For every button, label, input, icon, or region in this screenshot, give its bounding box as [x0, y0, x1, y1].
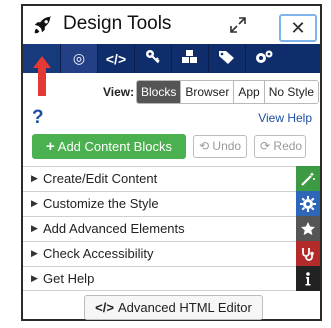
key-icon	[145, 49, 161, 68]
target-icon: ◎	[72, 50, 86, 66]
magic-wand-icon[interactable]	[296, 166, 320, 191]
view-mode-row: View: Blocks Browser App No Style	[23, 80, 320, 104]
view-option-blocks[interactable]: Blocks	[137, 81, 181, 103]
redo-icon: ⟳	[260, 139, 271, 153]
view-option-no-style[interactable]: No Style	[263, 81, 319, 103]
advanced-html-editor-button[interactable]: </> Advanced HTML Editor	[84, 295, 263, 320]
accordion-label: Get Help	[43, 271, 95, 286]
caret-right-icon: ▶	[31, 248, 38, 258]
view-option-app[interactable]: App	[233, 81, 264, 103]
expand-icon[interactable]	[228, 15, 248, 35]
tab-target[interactable]: ◎	[60, 44, 97, 73]
close-button[interactable]: ✕	[279, 14, 317, 42]
tags-icon	[218, 49, 236, 68]
undo-label: Undo	[212, 139, 242, 153]
accordion-label: Customize the Style	[43, 196, 159, 211]
undo-icon: ⟲	[199, 139, 210, 153]
accordion-item-customize-style[interactable]: ▶ Customize the Style	[23, 191, 320, 216]
tab-key[interactable]	[134, 44, 171, 73]
caret-right-icon: ▶	[31, 173, 38, 183]
help-row: ? View Help	[23, 107, 320, 129]
tab-cubes[interactable]	[171, 44, 208, 73]
accordion-item-advanced-elements[interactable]: ▶ Add Advanced Elements	[23, 216, 320, 241]
tab-gears[interactable]	[245, 44, 282, 73]
accordion-side-icons	[296, 166, 320, 291]
redo-button[interactable]: ⟳ Redo	[254, 135, 306, 158]
cubes-icon	[181, 49, 199, 68]
gear-icon[interactable]	[296, 191, 320, 216]
undo-button[interactable]: ⟲ Undo	[193, 135, 247, 158]
add-content-blocks-label: Add Content Blocks	[57, 139, 172, 154]
caret-right-icon: ▶	[31, 273, 38, 283]
question-icon[interactable]: ?	[32, 107, 44, 129]
add-content-blocks-button[interactable]: + Add Content Blocks	[32, 134, 186, 159]
accordion-item-create-edit[interactable]: ▶ Create/Edit Content	[23, 166, 320, 191]
action-row: + Add Content Blocks ⟲ Undo ⟳ Redo	[23, 134, 320, 160]
rocket-icon	[32, 14, 54, 36]
code-icon: </>	[95, 300, 114, 315]
accordion-label: Add Advanced Elements	[43, 221, 185, 236]
title-bar: Design Tools ✕	[23, 6, 320, 42]
close-icon: ✕	[290, 17, 306, 38]
tab-code[interactable]: </>	[97, 44, 134, 73]
view-mode-group: Blocks Browser App No Style	[136, 80, 320, 104]
accordion-label: Create/Edit Content	[43, 171, 158, 186]
code-icon: </>	[105, 50, 127, 67]
advanced-html-editor-label: Advanced HTML Editor	[117, 300, 252, 315]
tab-tags[interactable]	[208, 44, 245, 73]
caret-right-icon: ▶	[31, 223, 38, 233]
tool-accordion: ▶ Create/Edit Content ▶ Customize the St…	[23, 166, 320, 291]
star-icon[interactable]	[296, 216, 320, 241]
red-arrow-annotation	[33, 56, 51, 96]
redo-label: Redo	[273, 139, 303, 153]
caret-right-icon: ▶	[31, 198, 38, 208]
view-option-browser[interactable]: Browser	[180, 81, 234, 103]
accordion-item-get-help[interactable]: ▶ Get Help	[23, 266, 320, 291]
stethoscope-icon[interactable]	[296, 241, 320, 266]
view-label: View:	[103, 85, 135, 99]
design-tools-panel: Design Tools ✕ ◎ </> View: Blocks Browse…	[21, 4, 322, 321]
plus-icon: +	[46, 138, 55, 155]
view-help-link[interactable]: View Help	[258, 111, 312, 125]
panel-title: Design Tools	[63, 13, 172, 34]
info-icon[interactable]	[296, 266, 320, 291]
accordion-label: Check Accessibility	[43, 246, 154, 261]
accordion-item-accessibility[interactable]: ▶ Check Accessibility	[23, 241, 320, 266]
gears-icon	[254, 49, 274, 68]
tool-tabs: ◎ </>	[23, 44, 320, 73]
